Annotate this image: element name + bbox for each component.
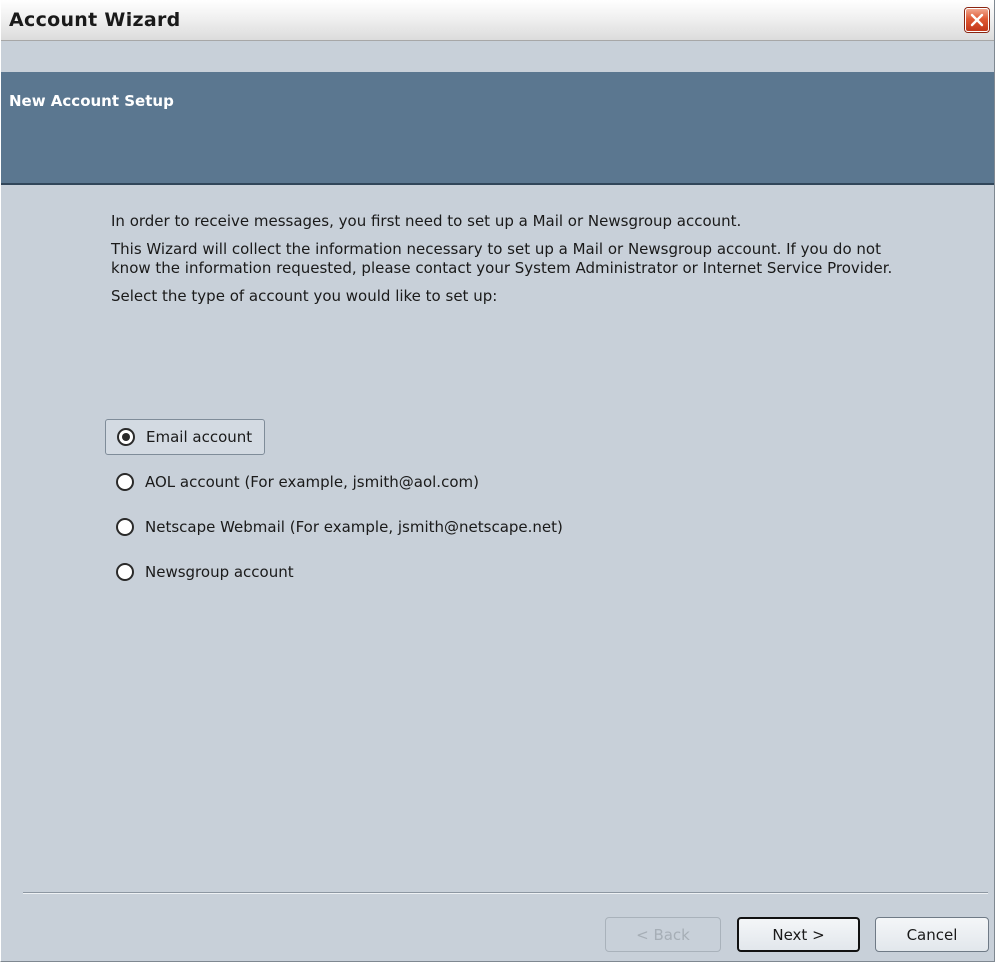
info-paragraph: This Wizard will collect the information… <box>111 240 893 277</box>
radio-label: Email account <box>146 428 253 446</box>
account-wizard-window: Account Wizard New Account Setup In orde… <box>0 0 995 962</box>
radio-button[interactable] <box>116 517 134 536</box>
back-button[interactable]: < Back <box>605 917 721 952</box>
radio-option-aol-account[interactable]: AOL account (For example, jsmith@aol.com… <box>105 468 805 495</box>
account-type-radio-group: Email account AOL account (For example, … <box>105 419 805 603</box>
button-bar-separator <box>23 892 988 894</box>
radio-label: AOL account (For example, jsmith@aol.com… <box>145 472 479 491</box>
radio-option-newsgroup-account[interactable]: Newsgroup account <box>105 558 805 585</box>
radio-dot <box>122 433 130 441</box>
radio-button[interactable] <box>116 562 134 581</box>
window-title: Account Wizard <box>9 9 181 31</box>
radio-label: Newsgroup account <box>145 562 294 581</box>
title-bar[interactable]: Account Wizard <box>1 0 994 41</box>
close-icon <box>970 13 984 27</box>
close-button[interactable] <box>965 8 989 32</box>
intro-paragraph: In order to receive messages, you first … <box>111 212 742 230</box>
banner-title: New Account Setup <box>9 92 174 110</box>
radio-button-selected[interactable] <box>117 428 135 446</box>
radio-option-netscape-webmail[interactable]: Netscape Webmail (For example, jsmith@ne… <box>105 513 805 540</box>
select-prompt: Select the type of account you would lik… <box>111 287 498 305</box>
next-button[interactable]: Next > <box>737 917 860 952</box>
radio-button[interactable] <box>116 472 134 491</box>
header-banner: New Account Setup <box>1 72 994 185</box>
cancel-button[interactable]: Cancel <box>875 917 989 952</box>
radio-option-email-account[interactable]: Email account <box>105 419 266 455</box>
radio-label: Netscape Webmail (For example, jsmith@ne… <box>145 517 563 536</box>
intro-text: In order to receive messages, you first … <box>111 212 911 315</box>
